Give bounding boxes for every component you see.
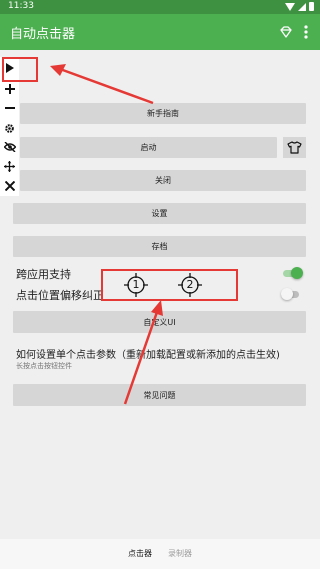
plus-icon[interactable]	[0, 80, 19, 98]
annotation-box-play	[2, 57, 38, 82]
status-icons	[285, 2, 314, 11]
bottom-nav: 点击器 录制器	[0, 539, 320, 569]
skin-button[interactable]	[283, 137, 306, 158]
more-vert-icon[interactable]	[298, 23, 314, 41]
start-button[interactable]: 启动	[20, 137, 277, 158]
app-bar: 自动点击器	[0, 14, 320, 50]
guide-button[interactable]: 新手指南	[20, 103, 306, 124]
annotation-box-targets	[101, 269, 238, 301]
annotation-arrowhead-toolbar	[50, 64, 66, 76]
settings-button[interactable]: 设置	[13, 203, 306, 224]
nav-item-clicker[interactable]: 点击器	[128, 548, 152, 559]
app-title: 自动点击器	[10, 27, 76, 42]
nav-item-recorder[interactable]: 录制器	[168, 548, 192, 559]
close-icon[interactable]	[0, 177, 19, 195]
status-time: 11:33	[8, 1, 34, 11]
faq-button[interactable]: 常见问题	[13, 384, 306, 406]
help-title: 如何设置单个点击参数（重新加载配置或新添加的点击生效)	[16, 350, 280, 361]
wifi-icon	[285, 2, 295, 11]
cross-app-label: 跨应用支持	[16, 268, 71, 281]
move-icon[interactable]	[0, 157, 19, 175]
help-subtitle: 长按点击按钮控件	[16, 362, 72, 370]
cross-app-switch[interactable]	[283, 267, 303, 279]
save-button[interactable]: 存档	[13, 236, 306, 257]
shirt-icon	[287, 141, 302, 154]
status-bar: 11:33	[0, 0, 320, 14]
offset-correction-label: 点击位置偏移纠正	[16, 289, 104, 302]
gear-icon[interactable]	[0, 119, 19, 137]
close-button[interactable]: 关闭	[20, 170, 306, 191]
annotation-arrow-toolbar	[59, 67, 154, 105]
offset-correction-switch[interactable]	[281, 288, 301, 300]
custom-ui-button[interactable]: 自定义UI	[13, 311, 306, 333]
gem-icon[interactable]	[278, 24, 294, 40]
minus-icon[interactable]	[0, 99, 19, 117]
battery-icon	[309, 2, 314, 11]
signal-icon	[298, 2, 306, 11]
eye-off-icon[interactable]	[0, 138, 19, 156]
